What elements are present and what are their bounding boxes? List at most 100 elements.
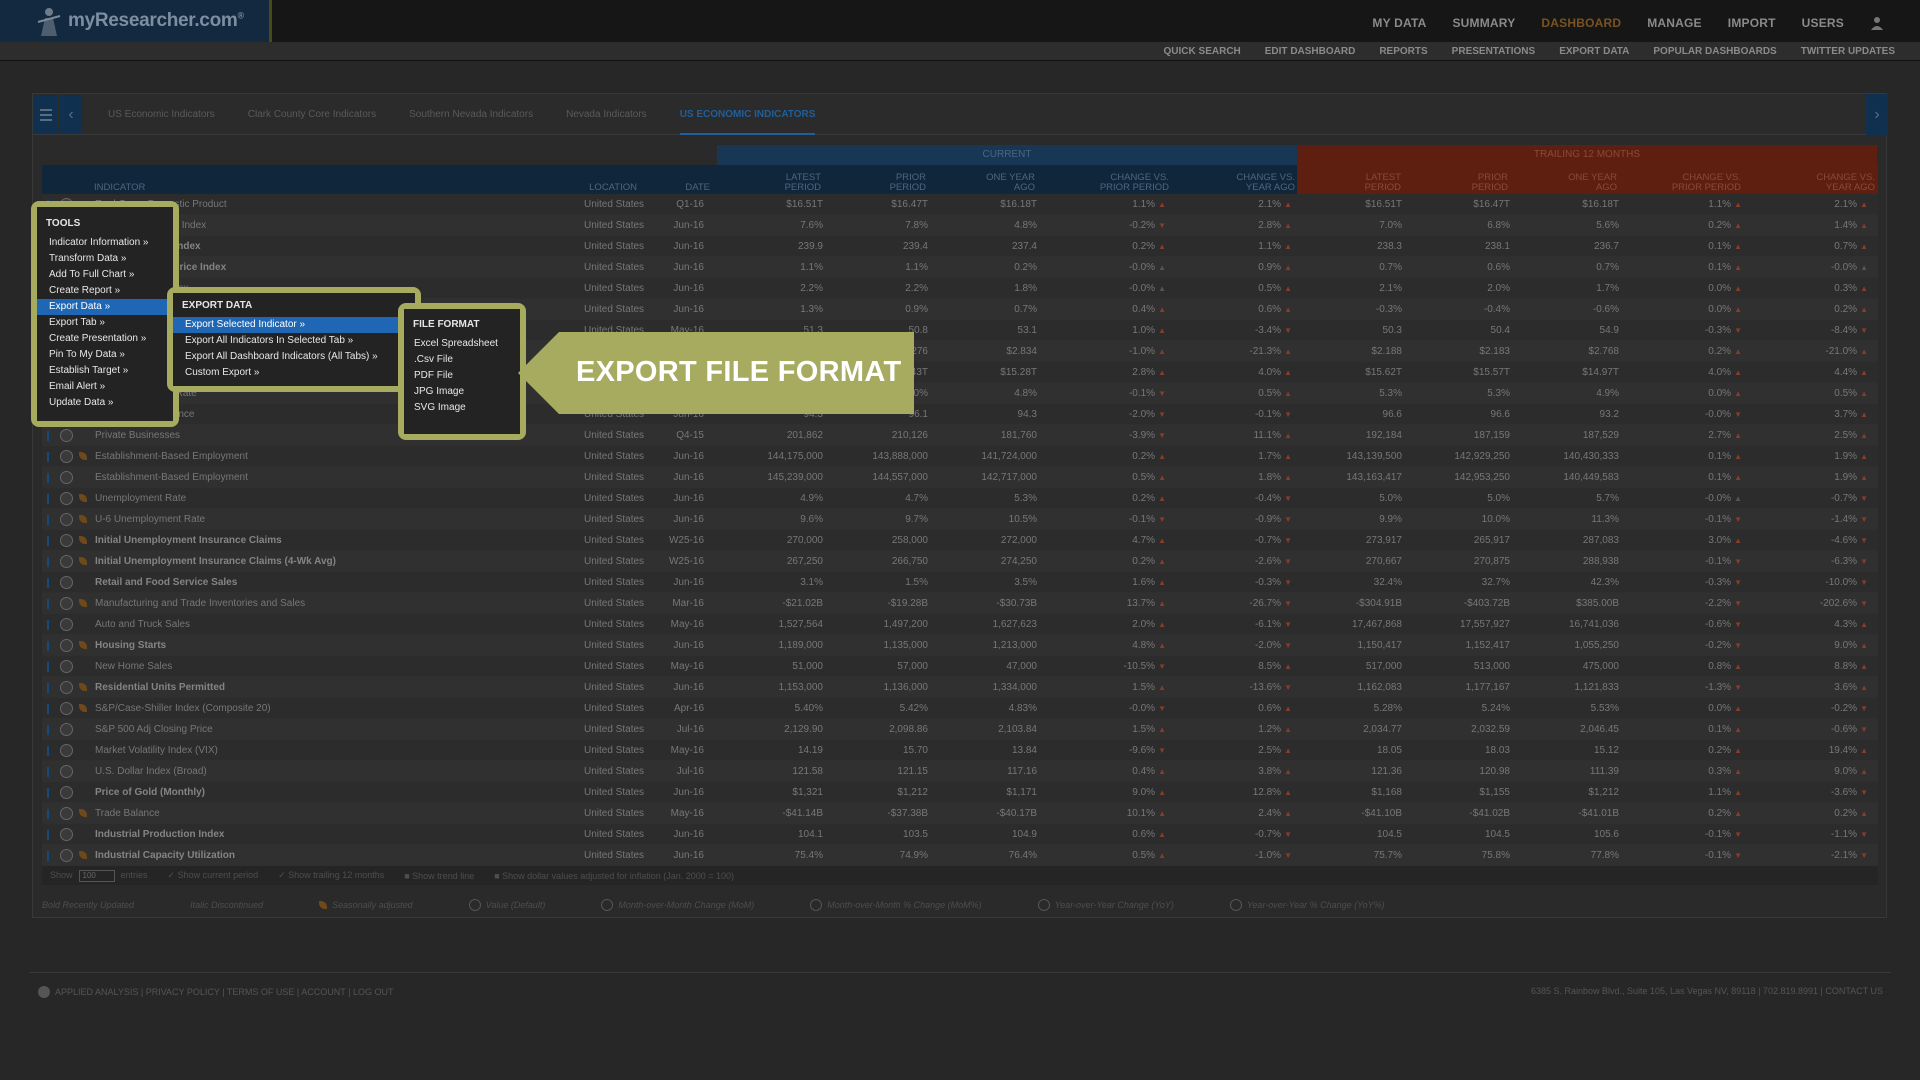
header-t-one-year[interactable]: ONE YEAR AGO	[1547, 173, 1617, 193]
table-row[interactable]: Initial Unemployment Insurance Claims (4…	[42, 551, 1878, 572]
option-trend-line[interactable]: ■ Show trend line	[404, 871, 474, 881]
format-menu-item[interactable]: Excel Spreadsheet	[404, 336, 520, 352]
table-row[interactable]: Establishment-Based Employment United Sta…	[42, 446, 1878, 467]
table-row[interactable]: U-6 Unemployment Rate United States Jun-16…	[42, 509, 1878, 530]
indicator-type-icon[interactable]	[60, 429, 73, 442]
header-t-chg-year[interactable]: CHANGE VS. YEAR AGO	[1795, 173, 1875, 193]
tab-4[interactable]: US ECONOMIC INDICATORS	[679, 94, 816, 135]
indicator-name[interactable]: Manufacturing and Trade Inventories and …	[95, 593, 305, 614]
tab-1[interactable]: Clark County Core Indicators	[248, 94, 376, 135]
tab-3[interactable]: Nevada Indicators	[566, 94, 647, 135]
chevron-right-icon[interactable]: ›	[1866, 94, 1888, 135]
footer-links[interactable]: APPLIED ANALYSIS | PRIVACY POLICY | TERM…	[55, 987, 393, 997]
indicator-type-icon[interactable]	[60, 702, 73, 715]
tools-menu-item[interactable]: Establish Target »	[37, 363, 173, 379]
hamburger-menu-icon[interactable]	[34, 95, 58, 134]
indicator-type-icon[interactable]	[60, 660, 73, 673]
option-trailing-12-months[interactable]: ✓ Show trailing 12 months	[278, 870, 384, 881]
indicator-name[interactable]: Establishment-Based Employment	[95, 467, 248, 488]
indicator-name[interactable]: Market Volatility Index (VIX)	[95, 740, 218, 761]
indicator-type-icon[interactable]	[60, 744, 73, 757]
indicator-type-icon[interactable]	[60, 681, 73, 694]
indicator-name[interactable]: Price of Gold (Monthly)	[95, 782, 205, 803]
indicator-name[interactable]: S&P/Case-Shiller Index (Composite 20)	[95, 698, 271, 719]
format-menu-item[interactable]: .Csv File	[404, 352, 520, 368]
table-row[interactable]: Auto and Truck Sales United States May-16 1…	[42, 614, 1878, 635]
indicator-type-icon[interactable]	[60, 534, 73, 547]
tools-menu-item[interactable]: Update Data »	[37, 395, 173, 411]
table-row[interactable]: Housing Starts United States Jun-16 1,189,0…	[42, 635, 1878, 656]
nav-manage[interactable]: MANAGE	[1647, 16, 1702, 30]
tools-menu-item[interactable]: Indicator Information »	[37, 235, 173, 251]
indicator-name[interactable]: Initial Unemployment Insurance Claims	[95, 530, 282, 551]
indicator-type-icon[interactable]	[60, 828, 73, 841]
tools-menu-item[interactable]: Pin To My Data »	[37, 347, 173, 363]
table-row[interactable]: Market Volatility Index (VIX) United Stat…	[42, 740, 1878, 761]
subnav-quick-search[interactable]: QUICK SEARCH	[1164, 46, 1241, 57]
table-row[interactable]: New Home Sales United States May-16 51,000 5…	[42, 656, 1878, 677]
header-one-year[interactable]: ONE YEAR AGO	[965, 173, 1035, 193]
tools-menu-item[interactable]: Export Data »	[37, 299, 173, 315]
indicator-name[interactable]: Initial Unemployment Insurance Claims (4…	[95, 551, 336, 572]
tools-menu-item[interactable]: Transform Data »	[37, 251, 173, 267]
table-row[interactable]: Real Gross Domestic Product United States…	[42, 194, 1878, 215]
indicator-name[interactable]: Establishment-Based Employment	[95, 446, 248, 467]
subnav-presentations[interactable]: PRESENTATIONS	[1452, 46, 1536, 57]
table-row[interactable]: S&P 500 Adj Closing Price United States Ju…	[42, 719, 1878, 740]
table-row[interactable]: ISM Manufacturing IndexUnited StatesJun-…	[42, 215, 1878, 236]
tools-menu-item[interactable]: Create Report »	[37, 283, 173, 299]
indicator-type-icon[interactable]	[60, 786, 73, 799]
nav-my-data[interactable]: MY DATA	[1372, 16, 1426, 30]
header-prior[interactable]: PRIOR PERIOD	[856, 173, 926, 193]
indicator-name[interactable]: Trade Balance	[95, 803, 160, 824]
table-row[interactable]: Core Consumer Price IndexUnited StatesJu…	[42, 257, 1878, 278]
export-menu-item[interactable]: Export Selected Indicator »	[173, 317, 415, 333]
indicator-type-icon[interactable]	[60, 597, 73, 610]
table-row[interactable]: Industrial Production Index United States…	[42, 824, 1878, 845]
header-t-chg-prior[interactable]: CHANGE VS. PRIOR PERIOD	[1661, 173, 1741, 193]
indicator-type-icon[interactable]	[60, 513, 73, 526]
table-row[interactable]: Unemployment Rate United States Jun-16 4.9%…	[42, 488, 1878, 509]
header-indicator[interactable]: INDICATOR	[94, 183, 145, 193]
format-menu-item[interactable]: SVG Image	[404, 400, 520, 416]
indicator-type-icon[interactable]	[60, 492, 73, 505]
indicator-name[interactable]: U-6 Unemployment Rate	[95, 509, 205, 530]
user-icon[interactable]	[1870, 16, 1884, 30]
table-row[interactable]: Private Businesses United States Q4-15 201,…	[42, 425, 1878, 446]
export-menu-item[interactable]: Export All Dashboard Indicators (All Tab…	[173, 349, 415, 365]
nav-import[interactable]: IMPORT	[1728, 16, 1776, 30]
table-row[interactable]: Residential Units Permitted United States…	[42, 677, 1878, 698]
indicator-name[interactable]: Auto and Truck Sales	[95, 614, 190, 635]
header-chg-year[interactable]: CHANGE VS. YEAR AGO	[1215, 173, 1295, 193]
subnav-reports[interactable]: REPORTS	[1379, 46, 1427, 57]
logo[interactable]: myResearcher.com®	[0, 0, 272, 42]
indicator-type-icon[interactable]	[60, 555, 73, 568]
indicator-name[interactable]: S&P 500 Adj Closing Price	[95, 719, 213, 740]
nav-dashboard[interactable]: DASHBOARD	[1541, 16, 1621, 30]
table-row[interactable]: U.S. Dollar Index (Broad) United States Ju…	[42, 761, 1878, 782]
indicator-type-icon[interactable]	[60, 618, 73, 631]
chevron-left-icon[interactable]: ‹	[60, 95, 82, 134]
export-menu-item[interactable]: Custom Export »	[173, 365, 415, 381]
entries-select[interactable]: 100	[78, 869, 115, 882]
table-row[interactable]: Price of Gold (Monthly) United States Jun-…	[42, 782, 1878, 803]
indicator-name[interactable]: Private Businesses	[95, 425, 180, 446]
indicator-type-icon[interactable]	[60, 639, 73, 652]
header-t-prior[interactable]: PRIOR PERIOD	[1438, 173, 1508, 193]
option-current-period[interactable]: ✓ Show current period	[168, 870, 259, 881]
table-row[interactable]: Consumer Price IndexUnited StatesJun-162…	[42, 236, 1878, 257]
indicator-name[interactable]: U.S. Dollar Index (Broad)	[95, 761, 207, 782]
tools-menu-item[interactable]: Add To Full Chart »	[37, 267, 173, 283]
header-date[interactable]: DATE	[670, 183, 710, 193]
subnav-export-data[interactable]: EXPORT DATA	[1559, 46, 1629, 57]
table-row[interactable]: Consumer ConfidenceUnited StatesJun-1694…	[42, 404, 1878, 425]
indicator-type-icon[interactable]	[60, 471, 73, 484]
header-t-latest[interactable]: LATEST PERIOD	[1331, 173, 1401, 193]
indicator-type-icon[interactable]	[60, 807, 73, 820]
indicator-name[interactable]: Unemployment Rate	[95, 488, 186, 509]
tools-menu-item[interactable]: Create Presentation »	[37, 331, 173, 347]
subnav-twitter-updates[interactable]: TWITTER UPDATES	[1801, 46, 1895, 57]
nav-users[interactable]: USERS	[1802, 16, 1844, 30]
format-menu-item[interactable]: PDF File	[404, 368, 520, 384]
header-latest[interactable]: LATEST PERIOD	[751, 173, 821, 193]
